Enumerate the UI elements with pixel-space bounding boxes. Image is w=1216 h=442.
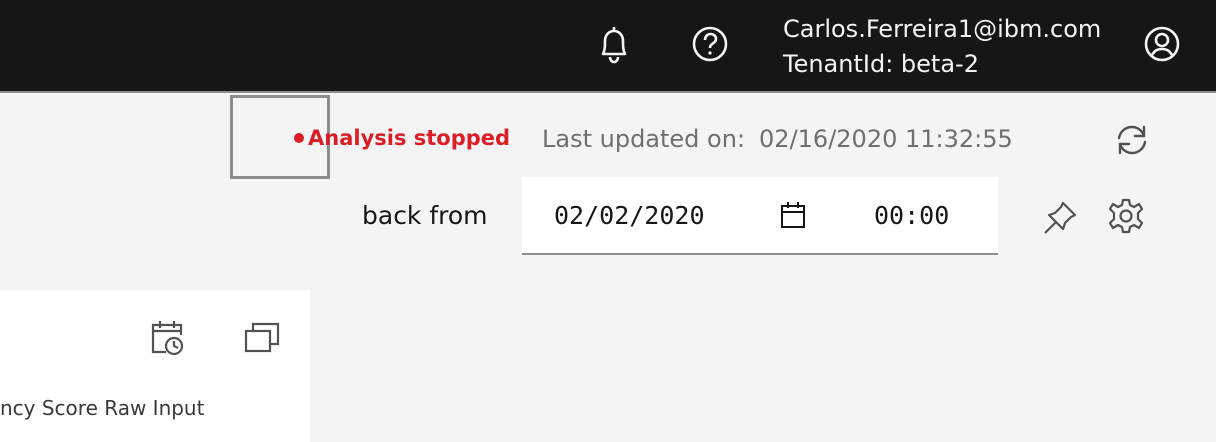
back-from-label: back from — [362, 201, 488, 230]
last-updated: Last updated on: 02/16/2020 11:32:55 — [542, 125, 1013, 153]
user-email: Carlos.Ferreira1@ibm.com — [783, 15, 1102, 43]
expand-window-icon[interactable] — [242, 318, 282, 358]
widget-card: ncy Score Raw Input — [0, 290, 310, 442]
tenant-id: TenantId: beta-2 — [783, 50, 979, 78]
time-input[interactable]: 00:00 — [874, 201, 949, 230]
calendar-clock-icon[interactable] — [148, 318, 188, 358]
status-text: Analysis stopped — [308, 126, 511, 150]
refresh-icon[interactable] — [1112, 120, 1152, 160]
top-navigation-bar: Carlos.Ferreira1@ibm.com TenantId: beta-… — [0, 0, 1216, 91]
date-input[interactable]: 02/02/2020 — [554, 201, 705, 230]
card-label: ncy Score Raw Input — [0, 396, 205, 420]
help-icon[interactable] — [690, 24, 730, 64]
header-divider — [0, 91, 1216, 93]
status-indicator: Analysis stopped — [294, 126, 510, 150]
status-dot-icon — [294, 133, 304, 143]
user-avatar-icon[interactable] — [1142, 24, 1182, 64]
date-time-picker[interactable]: 02/02/2020 00:00 — [522, 177, 998, 255]
user-info: Carlos.Ferreira1@ibm.com TenantId: beta-… — [783, 12, 1101, 82]
bell-icon[interactable] — [594, 24, 634, 64]
last-updated-label: Last updated on: — [542, 125, 746, 153]
last-updated-value: 02/16/2020 11:32:55 — [759, 125, 1013, 153]
pin-icon[interactable] — [1040, 198, 1080, 238]
settings-gear-icon[interactable] — [1106, 196, 1146, 236]
calendar-icon[interactable] — [780, 201, 806, 233]
